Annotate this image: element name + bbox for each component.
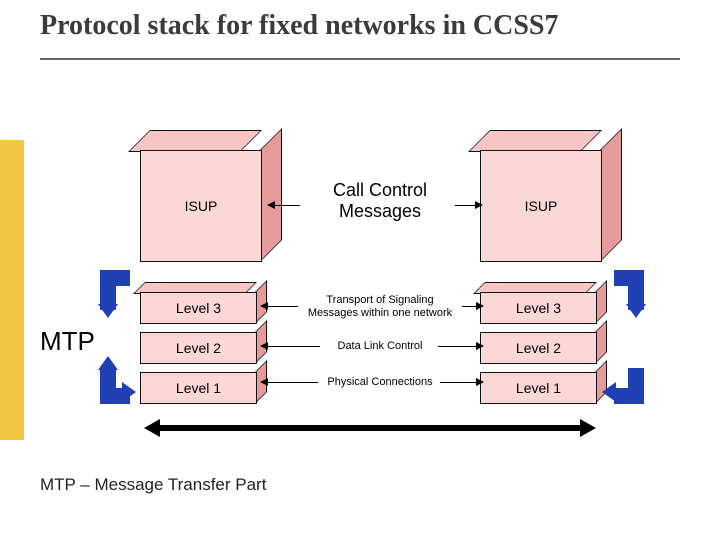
right-isup-label: ISUP — [525, 198, 558, 214]
level2-left-line — [268, 346, 320, 347]
level1-right-line — [440, 382, 476, 383]
slide-title: Protocol stack for fixed networks in CCS… — [40, 10, 690, 42]
call-control-l1: Call Control — [333, 180, 427, 200]
mtp-label: MTP — [40, 326, 95, 357]
left-level3-label: Level 3 — [176, 300, 221, 316]
level3-right-line — [462, 306, 476, 307]
accent-sidebar — [0, 140, 24, 440]
right-level3-label: Level 3 — [516, 300, 561, 316]
right-level1-label: Level 1 — [516, 380, 561, 396]
title-underline — [40, 58, 680, 60]
right-level2-label: Level 2 — [516, 340, 561, 356]
call-control-l2: Messages — [339, 201, 421, 221]
arrow-head-right-icon — [580, 419, 596, 437]
left-level2-label: Level 2 — [176, 340, 221, 356]
arrow-head-right-icon — [476, 342, 484, 350]
level1-left-line — [268, 382, 318, 383]
arrow-head-left-icon — [260, 378, 268, 386]
arrow-head-left-icon — [260, 302, 268, 310]
arrow-head-right-icon — [476, 302, 484, 310]
level2-right-line — [438, 346, 476, 347]
level3-left-line — [268, 306, 298, 307]
arrow-head-right-icon — [476, 378, 484, 386]
level2-connector-label: Data Link Control — [315, 340, 445, 353]
slide: Protocol stack for fixed networks in CCS… — [0, 0, 720, 540]
l3-line2: Messages within one network — [308, 307, 452, 319]
arrow-head-left-icon — [260, 342, 268, 350]
l3-line1: Transport of Signaling — [326, 294, 433, 306]
call-control-right-line — [455, 205, 475, 206]
bottom-double-arrow — [160, 425, 580, 431]
left-level1-label: Level 1 — [176, 380, 221, 396]
l2-text: Data Link Control — [338, 340, 423, 352]
arrow-head-left-icon — [144, 419, 160, 437]
call-control-left-line — [275, 205, 300, 206]
footer-note: MTP – Message Transfer Part — [40, 475, 266, 495]
arrow-head-left-icon — [267, 201, 275, 209]
call-control-label: Call Control Messages — [300, 180, 460, 221]
left-isup-label: ISUP — [185, 198, 218, 214]
level1-connector-label: Physical Connections — [315, 376, 445, 389]
l1-text: Physical Connections — [327, 376, 432, 388]
level3-connector-label: Transport of Signaling Messages within o… — [295, 294, 465, 319]
arrow-head-right-icon — [475, 201, 483, 209]
